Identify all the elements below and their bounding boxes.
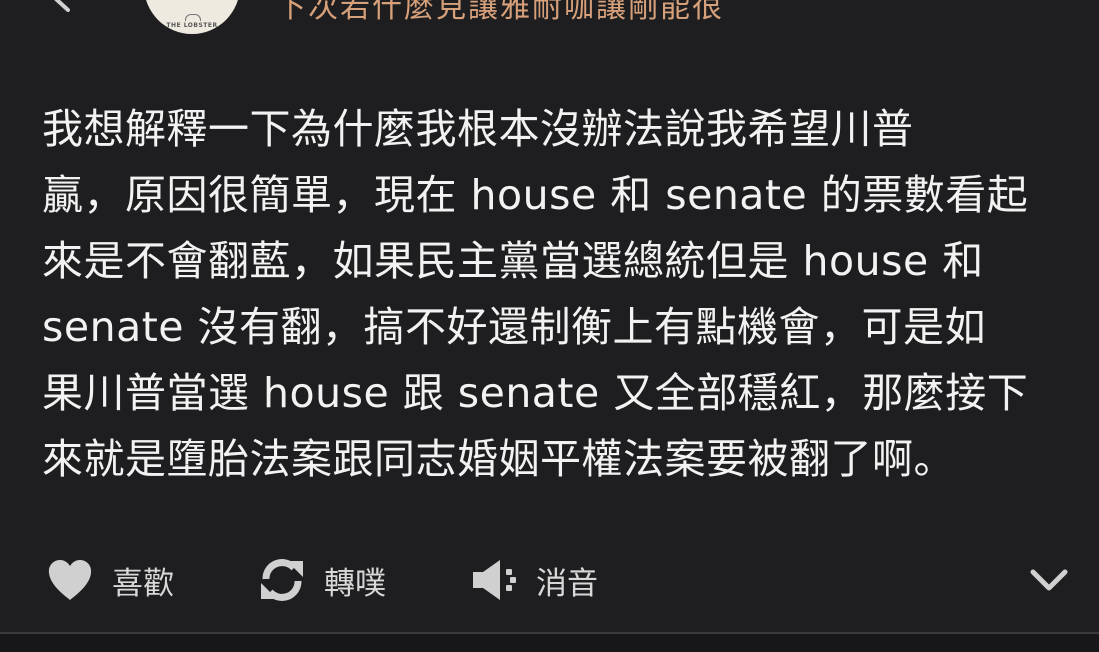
next-item-edge	[0, 634, 1099, 652]
post-line: 來就是墮胎法案跟同志婚姻平權法案要被翻了啊。	[42, 435, 955, 483]
post-line: 我想解釋一下為什麼我根本沒辦法說我希望川普	[42, 105, 914, 153]
mute-button[interactable]: 消音	[470, 556, 598, 604]
speaker-mute-icon	[470, 557, 518, 603]
post-header: THE LOBSTER 下次若什麼見讓雅耐咖讓剛能很	[0, 0, 1099, 40]
post-line: senate 沒有翻，搞不好還制衡上有點機會，可是如	[42, 303, 987, 351]
avatar-label: THE LOBSTER	[166, 22, 218, 29]
avatar-logo-icon	[185, 14, 201, 21]
post-line: 贏，原因很簡單，現在 house 和 senate 的票數看起	[42, 171, 1029, 219]
like-label: 喜歡	[112, 565, 174, 602]
avatar[interactable]: THE LOBSTER	[144, 0, 240, 34]
like-button[interactable]: 喜歡	[46, 556, 174, 604]
mute-label: 消音	[536, 565, 598, 602]
post-line: 果川普當選 house 跟 senate 又全部穩紅，那麼接下	[42, 369, 1029, 417]
heart-icon	[46, 558, 94, 602]
replurk-icon	[258, 557, 306, 603]
action-bar: 喜歡 轉噗 消音	[0, 548, 1099, 612]
chevron-left-icon[interactable]	[48, 0, 74, 12]
replurk-button[interactable]: 轉噗	[258, 556, 386, 604]
post-line: 來是不會翻藍，如果民主黨當選總統但是 house 和	[42, 237, 984, 285]
plurk-name[interactable]: 下次若什麼見讓雅耐咖讓剛能很	[276, 0, 724, 26]
replurk-label: 轉噗	[324, 565, 386, 602]
post-content: 我想解釋一下為什麼我根本沒辦法說我希望川普 贏，原因很簡單，現在 house 和…	[42, 96, 1072, 492]
chevron-down-icon[interactable]	[1028, 562, 1070, 598]
